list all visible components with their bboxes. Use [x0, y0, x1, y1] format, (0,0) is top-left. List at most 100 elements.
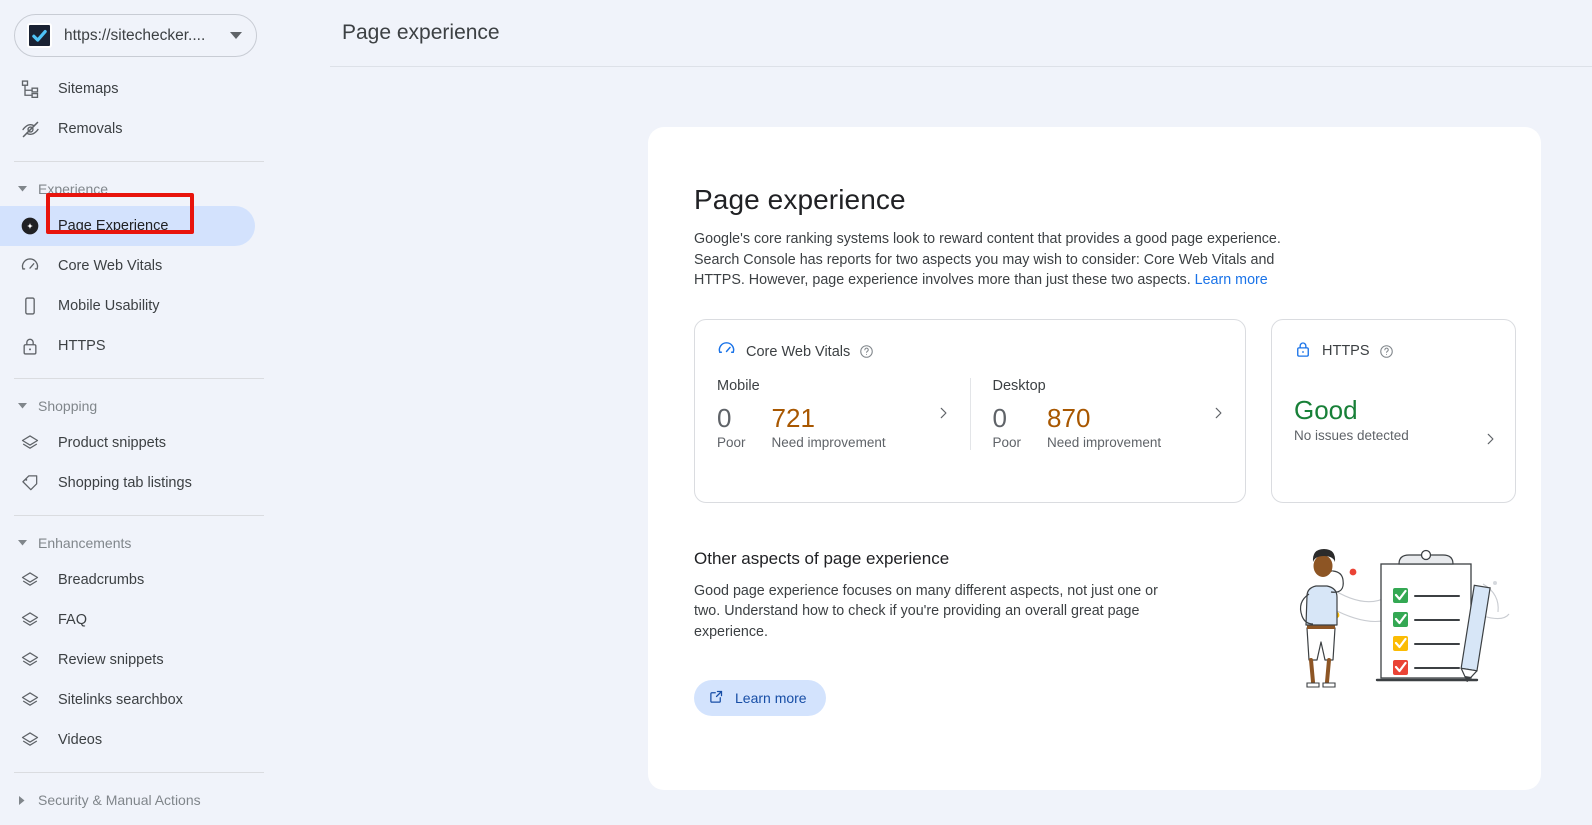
help-circle-icon[interactable]	[1379, 344, 1394, 359]
stat-label: Need improvement	[1047, 434, 1162, 450]
page-title: Page experience	[342, 21, 500, 44]
sidebar-section-shopping[interactable]: Shopping	[0, 389, 330, 423]
sidebar-item-review-snippets[interactable]: Review snippets	[0, 640, 255, 680]
card-header: Core Web Vitals	[695, 320, 1245, 364]
sidebar-item-sitelinks-searchbox[interactable]: Sitelinks searchbox	[0, 680, 255, 720]
device-label: Desktop	[992, 377, 1046, 394]
chevron-right-icon[interactable]	[936, 378, 970, 420]
stat-value: 0	[717, 402, 732, 433]
sidebar-item-label: Videos	[58, 732, 103, 748]
sidebar-item-label: HTTPS	[58, 338, 106, 354]
learn-more-link[interactable]: Learn more	[1195, 272, 1268, 288]
property-checkmark-icon	[27, 23, 52, 48]
section-title: Page experience	[694, 184, 906, 215]
person-with-checklist-illustration	[1269, 542, 1529, 707]
external-link-icon	[709, 689, 724, 707]
layers-icon	[18, 650, 42, 670]
stat-value: 0	[992, 402, 1007, 433]
chevron-right-icon[interactable]	[1483, 432, 1497, 451]
sidebar-item-page-experience[interactable]: Page Experience	[0, 206, 255, 246]
learn-more-button-label: Learn more	[735, 690, 807, 706]
sidebar-item-mobile-usability[interactable]: Mobile Usability	[0, 286, 255, 326]
device-stats: 0 Poor 721 Need improvement	[717, 403, 936, 450]
page-header: Page experience	[330, 0, 1592, 67]
stat-need-improvement: 721 Need improvement	[772, 403, 886, 450]
page-experience-icon	[18, 216, 42, 236]
page-experience-card: Page experience Google's core ranking sy…	[648, 127, 1541, 790]
speedometer-icon	[717, 340, 736, 364]
sidebar-item-shopping-tab-listings[interactable]: Shopping tab listings	[0, 463, 255, 503]
lock-icon	[18, 336, 42, 356]
help-circle-icon[interactable]	[859, 344, 874, 359]
sidebar-section-label: Experience	[38, 181, 109, 197]
layers-icon	[18, 433, 42, 453]
sidebar-item-sitemaps[interactable]: Sitemaps	[0, 69, 255, 109]
sidebar-item-label: Breadcrumbs	[58, 572, 145, 588]
sidebar-item-https[interactable]: HTTPS	[0, 326, 255, 366]
sidebar-section-experience[interactable]: Experience	[0, 172, 330, 206]
sidebar-section-label: Security & Manual Actions	[38, 792, 201, 808]
property-selector[interactable]: https://sitechecker....	[14, 14, 257, 57]
stat-poor: 0 Poor	[993, 403, 1022, 450]
sidebar-item-label: Sitemaps	[58, 81, 119, 97]
sidebar-item-label: Removals	[58, 121, 123, 137]
cwv-desktop-column[interactable]: Desktop 0 Poor 870 Need improvement	[969, 377, 1246, 450]
learn-more-button[interactable]: Learn more	[694, 680, 826, 716]
eye-off-icon	[18, 119, 42, 140]
sidebar-item-videos[interactable]: Videos	[0, 720, 255, 760]
layers-icon	[18, 570, 42, 590]
cwv-mobile-column[interactable]: Mobile 0 Poor 721 Need improvement	[695, 378, 970, 450]
card-title: HTTPS	[1322, 343, 1370, 359]
https-status-block: Good No issues detected	[1272, 363, 1515, 443]
device-stats: 0 Poor 870 Need improvement	[993, 403, 1212, 450]
sitemap-icon	[18, 79, 42, 99]
layers-icon	[18, 610, 42, 630]
sidebar-item-product-snippets[interactable]: Product snippets	[0, 423, 255, 463]
layers-icon	[18, 690, 42, 710]
sidebar-item-removals[interactable]: Removals	[0, 109, 255, 149]
sidebar-nav: Sitemaps Removals Experience Page Experi…	[0, 69, 330, 825]
chevron-down-icon[interactable]	[230, 27, 242, 45]
card-title: Core Web Vitals	[746, 343, 851, 360]
main-content: Page experience Page experience Google's…	[330, 0, 1592, 825]
other-aspects-title: Other aspects of page experience	[694, 548, 950, 568]
sidebar-item-faq[interactable]: FAQ	[0, 600, 255, 640]
core-web-vitals-card[interactable]: Core Web Vitals Mobile 0 Poor 721 Need i…	[694, 318, 1246, 503]
sidebar-item-label: Core Web Vitals	[58, 258, 163, 274]
property-url: https://sitechecker....	[64, 26, 206, 44]
stat-label: Poor	[717, 434, 746, 450]
sidebar-item-core-web-vitals[interactable]: Core Web Vitals	[0, 246, 255, 286]
sidebar-section-label: Enhancements	[38, 535, 132, 551]
divider	[14, 161, 264, 162]
stat-label: Need improvement	[771, 434, 886, 450]
chevron-right-icon[interactable]	[1211, 378, 1245, 420]
core-web-vitals-devices: Mobile 0 Poor 721 Need improvement Deskt…	[695, 364, 1245, 450]
triangle-down-icon	[14, 186, 30, 192]
triangle-down-icon	[14, 540, 30, 546]
other-aspects-description: Good page experience focuses on many dif…	[694, 582, 1158, 640]
triangle-right-icon	[14, 795, 30, 805]
sidebar-item-label: Product snippets	[58, 435, 167, 451]
triangle-down-icon	[14, 403, 30, 409]
section-description: Google's core ranking systems look to re…	[694, 229, 1284, 291]
section-description-text: Google's core ranking systems look to re…	[694, 231, 1281, 288]
stat-poor: 0 Poor	[717, 403, 746, 450]
divider	[14, 772, 264, 773]
sidebar-item-label: Review snippets	[58, 652, 164, 668]
status-badge: Good	[1294, 394, 1358, 425]
divider	[14, 515, 264, 516]
card-header: HTTPS	[1272, 320, 1515, 363]
sidebar-item-breadcrumbs[interactable]: Breadcrumbs	[0, 560, 255, 600]
layers-icon	[18, 730, 42, 750]
https-card[interactable]: HTTPS Good No issues detected	[1271, 318, 1516, 503]
sidebar-section-enhancements[interactable]: Enhancements	[0, 526, 330, 560]
device-label: Mobile	[717, 377, 760, 394]
speedometer-icon	[18, 256, 42, 276]
sidebar: https://sitechecker.... Sitemaps Removal…	[0, 0, 330, 825]
stat-value: 721	[771, 402, 815, 433]
sidebar-section-label: Shopping	[38, 398, 98, 414]
sidebar-item-label: Mobile Usability	[58, 298, 160, 314]
stat-need-improvement: 870 Need improvement	[1047, 403, 1161, 450]
status-detail: No issues detected	[1294, 427, 1409, 443]
sidebar-section-security-manual-actions[interactable]: Security & Manual Actions	[0, 783, 330, 817]
